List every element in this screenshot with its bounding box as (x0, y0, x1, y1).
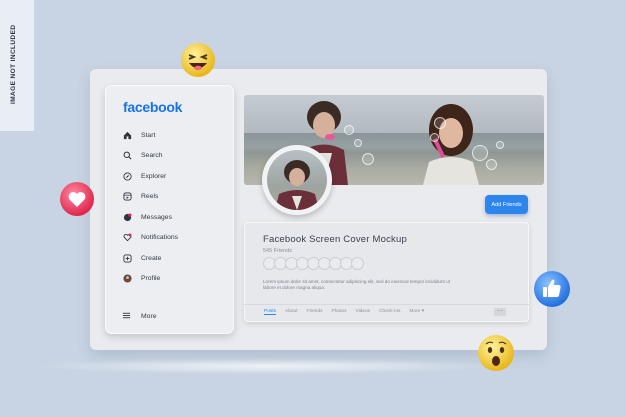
sidebar-item-label: Messages (141, 213, 172, 221)
bubble (430, 133, 439, 142)
profile-description: Lorem ipsum dolor sit amet, consectetur … (263, 279, 450, 291)
heart-icon (122, 233, 132, 243)
sidebar-nav: Start Search Explorer Reels Messages Not… (122, 125, 222, 289)
sidebar-item-label: More (141, 313, 157, 320)
sidebar-item-search[interactable]: Search (122, 146, 222, 167)
plus-icon (122, 253, 132, 263)
sidebar-item-label: Profile (141, 275, 161, 283)
profile-avatar-icon (122, 274, 132, 284)
profile-tabs: Posts About Friends Photos Videos Check-… (264, 309, 433, 315)
tab-check-ins[interactable]: Check-ins (379, 309, 400, 315)
sidebar-item-label: Start (141, 131, 156, 139)
add-friends-button[interactable]: Add Friends (485, 195, 528, 214)
bubble (362, 153, 374, 165)
tab-photos[interactable]: Photos (332, 309, 347, 315)
facebook-logo[interactable]: facebook (123, 99, 182, 115)
tab-more[interactable]: More ▾ (409, 309, 424, 315)
heart-reaction-icon (60, 182, 94, 216)
sidebar-item-label: Notifications (141, 234, 179, 242)
compass-icon (122, 171, 132, 181)
friend-avatar[interactable] (351, 257, 364, 270)
tabs-divider (244, 304, 529, 305)
friends-avatars (263, 257, 364, 270)
home-icon (122, 130, 132, 140)
bubble (486, 159, 497, 170)
messages-icon (122, 212, 132, 222)
bubble (434, 117, 446, 129)
sidebar-item-profile[interactable]: Profile (122, 269, 222, 290)
profile-avatar[interactable] (262, 145, 332, 215)
search-icon (122, 151, 132, 161)
reels-icon (122, 192, 132, 202)
sidebar: facebook Start Search Explorer Reels Mes… (105, 85, 234, 334)
bubble (496, 141, 504, 149)
sidebar-item-notifications[interactable]: Notifications (122, 228, 222, 249)
board-shadow (32, 358, 502, 374)
sidebar-item-explorer[interactable]: Explorer (122, 166, 222, 187)
side-label-panel: IMAGE NOT INCLUDED (0, 0, 34, 131)
more-options-button[interactable]: ··· (494, 308, 506, 316)
profile-card: Facebook Screen Cover Mockup 545 Friends… (244, 222, 529, 322)
bubble (354, 139, 362, 147)
sidebar-item-create[interactable]: Create (122, 248, 222, 269)
sidebar-item-label: Search (141, 152, 163, 160)
sidebar-item-label: Explorer (141, 172, 167, 180)
cover-person-right (423, 104, 479, 185)
bubble (472, 145, 488, 161)
tab-videos[interactable]: Videos (355, 309, 370, 315)
sidebar-item-start[interactable]: Start (122, 125, 222, 146)
laughing-emoji-icon (181, 43, 215, 77)
surprised-emoji-icon (478, 335, 514, 371)
side-label-text: IMAGE NOT INCLUDED (10, 24, 17, 104)
tab-about[interactable]: About (285, 309, 298, 315)
bubble (344, 125, 354, 135)
tab-posts[interactable]: Posts (264, 309, 276, 315)
sidebar-item-more[interactable]: More (122, 311, 157, 322)
sidebar-item-messages[interactable]: Messages (122, 207, 222, 228)
profile-title: Facebook Screen Cover Mockup (263, 234, 407, 245)
profile-avatar-photo (267, 150, 327, 210)
sidebar-item-label: Reels (141, 193, 159, 201)
sidebar-item-label: Create (141, 254, 162, 262)
friends-count[interactable]: 545 Friends (263, 248, 292, 254)
sidebar-item-reels[interactable]: Reels (122, 187, 222, 208)
tab-friends[interactable]: Friends (307, 309, 323, 315)
like-reaction-icon (534, 271, 570, 307)
menu-icon (122, 311, 132, 322)
